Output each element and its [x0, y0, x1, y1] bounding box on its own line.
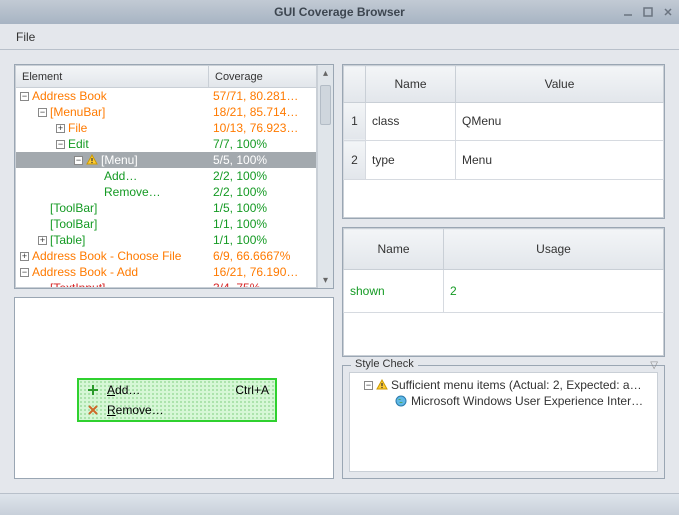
tree-item-coverage: 7/7, 100%: [209, 137, 316, 151]
expander-icon[interactable]: +: [56, 124, 65, 133]
tree-item-coverage: 1/1, 100%: [209, 217, 316, 231]
tree-item-coverage: 57/71, 80.281…: [209, 89, 316, 103]
preview-menu-item-remove[interactable]: Remove…: [79, 400, 275, 420]
tree-row[interactable]: +[Table] 1/1, 100%: [16, 232, 316, 248]
tree-item-coverage: 3/4, 75%: [209, 281, 316, 288]
tree-row[interactable]: Remove… 2/2, 100%: [16, 184, 316, 200]
tree-column-coverage[interactable]: Coverage: [209, 66, 316, 87]
tree-row[interactable]: [ToolBar] 1/5, 100%: [16, 200, 316, 216]
props-column-name[interactable]: Name: [366, 66, 456, 103]
preview-menu-item-add[interactable]: Add… Ctrl+A: [79, 380, 275, 400]
props-corner-cell: [344, 66, 366, 103]
menu-file[interactable]: File: [8, 27, 43, 47]
style-check-group: Style Check ▽ − Sufficient menu items (A…: [342, 365, 665, 479]
expander-icon[interactable]: −: [56, 140, 65, 149]
style-check-item-2[interactable]: Microsoft Windows User Experience Inter…: [352, 393, 655, 409]
tree-item-coverage: 2/2, 100%: [209, 169, 316, 183]
tree-row[interactable]: +File 10/13, 76.923…: [16, 120, 316, 136]
usage-row-1[interactable]: shown 2: [344, 270, 664, 313]
style-check-handle-icon[interactable]: ▽: [650, 360, 658, 371]
tree-item-coverage: 1/5, 100%: [209, 201, 316, 215]
tree-row[interactable]: −Edit 7/7, 100%: [16, 136, 316, 152]
tree-item-label: Edit: [68, 137, 89, 151]
style-check-title: Style Check: [351, 358, 418, 370]
tree-column-element[interactable]: Element: [16, 66, 209, 87]
expander-icon[interactable]: +: [20, 252, 29, 261]
expander-icon[interactable]: +: [38, 236, 47, 245]
props-row-2[interactable]: 2 type Menu: [344, 141, 664, 179]
tree-item-label: Remove…: [104, 185, 161, 199]
tree-item-label: File: [68, 121, 87, 135]
preview-remove-label: Remove…: [107, 403, 269, 417]
add-icon: [85, 382, 101, 398]
tree-item-label: [ToolBar]: [50, 217, 97, 231]
tree-item-label: [Menu]: [101, 153, 138, 167]
close-button[interactable]: [661, 5, 675, 19]
usage-column-name[interactable]: Name: [344, 229, 444, 270]
expander-icon: −: [364, 381, 373, 390]
props-row-1[interactable]: 1 class QMenu: [344, 102, 664, 140]
expander-icon[interactable]: −: [20, 268, 29, 277]
tree-item-coverage: 10/13, 76.923…: [209, 121, 316, 135]
globe-icon: [394, 394, 408, 408]
tree-item-label: [TextInput]: [50, 281, 105, 288]
minimize-button[interactable]: [621, 5, 635, 19]
tree-row[interactable]: −Address Book - Add 16/21, 76.190…: [16, 264, 316, 280]
tree-item-label: Add…: [104, 169, 137, 183]
tree-item-label: [MenuBar]: [50, 105, 105, 119]
tree-item-coverage: 6/9, 66.6667%: [209, 249, 316, 263]
style-check-item-1[interactable]: − Sufficient menu items (Actual: 2, Expe…: [352, 377, 655, 393]
tree-row[interactable]: −Address Book 57/71, 80.281…: [16, 88, 316, 104]
usage-panel: Name Usage shown 2: [342, 227, 665, 357]
status-bar: [0, 493, 679, 515]
tree-item-coverage: 16/21, 76.190…: [209, 265, 316, 279]
tree-item-coverage: 18/21, 85.714…: [209, 105, 316, 119]
tree-item-label: Address Book - Add: [32, 265, 138, 279]
warning-icon: [376, 379, 388, 391]
expander-icon[interactable]: −: [74, 156, 83, 165]
expander-icon[interactable]: −: [20, 92, 29, 101]
tree-row[interactable]: − [Menu] 5/5, 100%: [16, 152, 316, 168]
expander-icon[interactable]: −: [38, 108, 47, 117]
menubar: File: [0, 24, 679, 50]
tree-item-label: [ToolBar]: [50, 201, 97, 215]
tree-item-coverage: 2/2, 100%: [209, 185, 316, 199]
preview-add-accel: Ctrl+A: [235, 383, 269, 397]
tree-row[interactable]: −[MenuBar] 18/21, 85.714…: [16, 104, 316, 120]
tree-row[interactable]: [ToolBar] 1/1, 100%: [16, 216, 316, 232]
coverage-tree-panel: Element Coverage −Address Book57/71, 80.…: [14, 64, 334, 289]
properties-panel: Name Value 1 class QMenu 2 type Menu: [342, 64, 665, 219]
tree-item-coverage: 5/5, 100%: [209, 153, 316, 167]
menu-preview: Add… Ctrl+A Remove…: [77, 378, 277, 422]
tree-row[interactable]: Add… 2/2, 100%: [16, 168, 316, 184]
tree-item-label: Address Book - Choose File: [32, 249, 181, 263]
tree-header: Element Coverage: [16, 66, 316, 88]
tree-row[interactable]: +Address Book - Choose File 6/9, 66.6667%: [16, 248, 316, 264]
maximize-button[interactable]: [641, 5, 655, 19]
props-column-value[interactable]: Value: [456, 66, 664, 103]
menu-preview-panel: Add… Ctrl+A Remove…: [14, 297, 334, 479]
tree-row[interactable]: [TextInput] 3/4, 75%: [16, 280, 316, 288]
tree-item-label: Address Book: [32, 89, 107, 103]
window-titlebar: GUI Coverage Browser: [0, 0, 679, 24]
remove-icon: [85, 402, 101, 418]
tree-item-label: [Table]: [50, 233, 85, 247]
usage-column-usage[interactable]: Usage: [444, 229, 664, 270]
warning-icon: [86, 154, 98, 166]
tree-scrollbar[interactable]: ▴ ▾: [317, 65, 333, 288]
preview-add-label: Add…: [107, 383, 235, 397]
window-title: GUI Coverage Browser: [274, 5, 405, 19]
tree-item-coverage: 1/1, 100%: [209, 233, 316, 247]
